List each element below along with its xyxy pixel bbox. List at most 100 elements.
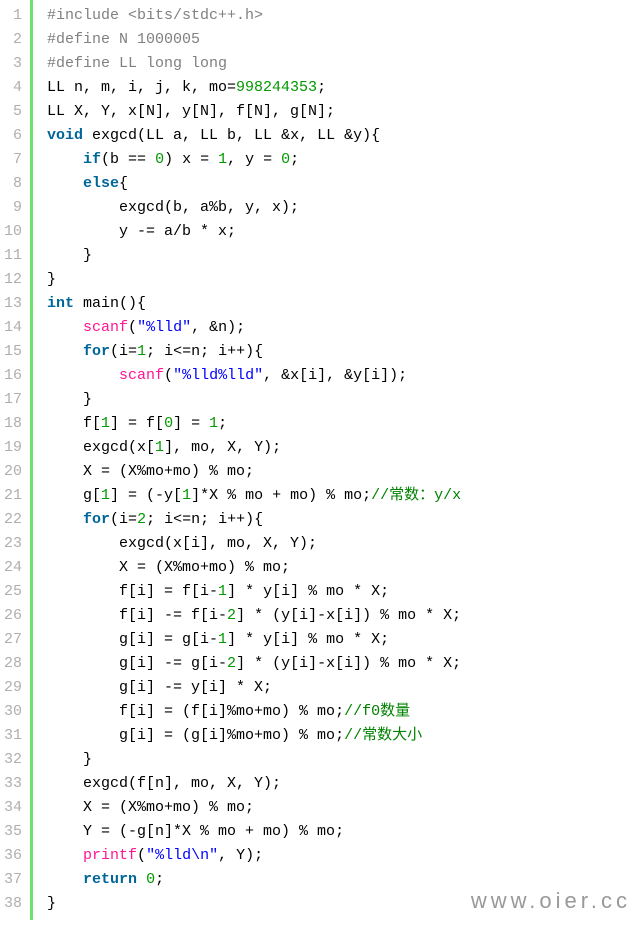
code-token: , y = [227, 151, 281, 168]
code-token: (i= [110, 343, 137, 360]
code-token: 0 [146, 871, 155, 888]
code-token [47, 871, 83, 888]
code-token: 0 [281, 151, 290, 168]
code-line: g[i] = (g[i]%mo+mo) % mo;//常数大小 [47, 724, 461, 748]
code-token: #define N 1000005 [47, 31, 200, 48]
code-line: f[i] = f[i-1] * y[i] % mo * X; [47, 580, 461, 604]
code-token [47, 319, 83, 336]
line-number: 35 [4, 820, 22, 844]
code-line: g[i] = g[i-1] * y[i] % mo * X; [47, 628, 461, 652]
code-token: scanf [83, 319, 128, 336]
code-line: for(i=2; i<=n; i++){ [47, 508, 461, 532]
code-line: #define N 1000005 [47, 28, 461, 52]
code-line: f[i] = (f[i]%mo+mo) % mo;//f0数量 [47, 700, 461, 724]
line-number: 30 [4, 700, 22, 724]
code-token: #define LL long long [47, 55, 227, 72]
code-token: } [47, 247, 92, 264]
code-token: X = (X%mo+mo) % mo; [47, 463, 254, 480]
code-token: 2 [227, 607, 236, 624]
code-token: Y = (-g[n]*X % mo + mo) % mo; [47, 823, 344, 840]
code-token: ] * (y[i]-x[i]) % mo * X; [236, 607, 461, 624]
line-number: 13 [4, 292, 22, 316]
code-token: g[i] = (g[i]%mo+mo) % mo; [47, 727, 344, 744]
line-number: 38 [4, 892, 22, 916]
code-token: , Y); [218, 847, 263, 864]
code-token: 0 [155, 151, 164, 168]
code-token: int [47, 295, 74, 312]
code-token: ; [218, 415, 227, 432]
code-token: 2 [227, 655, 236, 672]
line-number: 2 [4, 28, 22, 52]
code-token: LL X, Y, x[N], y[N], f[N], g[N]; [47, 103, 335, 120]
code-line: X = (X%mo+mo) % mo; [47, 556, 461, 580]
code-line: #include <bits/stdc++.h> [47, 4, 461, 28]
code-token: scanf [119, 367, 164, 384]
code-line: } [47, 748, 461, 772]
line-number: 24 [4, 556, 22, 580]
code-token: } [47, 271, 56, 288]
line-number-gutter: 1234567891011121314151617181920212223242… [0, 0, 30, 920]
code-token: 1 [182, 487, 191, 504]
code-line: for(i=1; i<=n; i++){ [47, 340, 461, 364]
code-token: 1 [209, 415, 218, 432]
code-token: 0 [164, 415, 173, 432]
code-token: exgcd(b, a%b, y, x); [47, 199, 299, 216]
code-token: g[i] -= g[i- [47, 655, 227, 672]
code-token: g[i] -= y[i] * X; [47, 679, 272, 696]
line-number: 1 [4, 4, 22, 28]
code-token: if [83, 151, 101, 168]
code-line: g[i] -= g[i-2] * (y[i]-x[i]) % mo * X; [47, 652, 461, 676]
line-number: 31 [4, 724, 22, 748]
line-number: 22 [4, 508, 22, 532]
line-number: 33 [4, 772, 22, 796]
code-line: } [47, 244, 461, 268]
code-token: g[ [47, 487, 101, 504]
code-token: ] = [173, 415, 209, 432]
code-token: f[i] = f[i- [47, 583, 218, 600]
code-token: f[i] -= f[i- [47, 607, 227, 624]
code-token: , &n); [191, 319, 245, 336]
code-line: X = (X%mo+mo) % mo; [47, 796, 461, 820]
code-line: X = (X%mo+mo) % mo; [47, 460, 461, 484]
code-token: ; [155, 871, 164, 888]
code-line: else{ [47, 172, 461, 196]
code-token [47, 151, 83, 168]
code-line: g[1] = (-y[1]*X % mo + mo) % mo;//常数：y/x [47, 484, 461, 508]
line-number: 32 [4, 748, 22, 772]
code-token: #include <bits/stdc++.h> [47, 7, 263, 24]
code-token: ; i<=n; i++){ [146, 511, 263, 528]
code-token [47, 175, 83, 192]
line-number: 29 [4, 676, 22, 700]
code-line: scanf("%lld%lld", &x[i], &y[i]); [47, 364, 461, 388]
line-number: 25 [4, 580, 22, 604]
line-number: 28 [4, 652, 22, 676]
line-number: 16 [4, 364, 22, 388]
code-token: 998244353 [236, 79, 317, 96]
code-line: scanf("%lld", &n); [47, 316, 461, 340]
code-token: main(){ [74, 295, 146, 312]
code-token: printf [83, 847, 137, 864]
code-token: 1 [218, 151, 227, 168]
code-token: , &x[i], &y[i]); [263, 367, 407, 384]
code-token [47, 367, 119, 384]
code-line: Y = (-g[n]*X % mo + mo) % mo; [47, 820, 461, 844]
code-token: "%lld\n" [146, 847, 218, 864]
code-token: { [119, 175, 128, 192]
line-number: 5 [4, 100, 22, 124]
code-line: } [47, 388, 461, 412]
code-token: //f0数量 [344, 703, 410, 720]
code-line: f[i] -= f[i-2] * (y[i]-x[i]) % mo * X; [47, 604, 461, 628]
code-block: 1234567891011121314151617181920212223242… [0, 0, 641, 920]
code-token: } [47, 895, 56, 912]
code-line: LL X, Y, x[N], y[N], f[N], g[N]; [47, 100, 461, 124]
code-token: (i= [110, 511, 137, 528]
code-token: 1 [218, 631, 227, 648]
line-number: 17 [4, 388, 22, 412]
code-token [47, 847, 83, 864]
code-line: int main(){ [47, 292, 461, 316]
code-token: exgcd(LL a, LL b, LL &x, LL &y){ [83, 127, 380, 144]
code-token: for [83, 511, 110, 528]
code-line: if(b == 0) x = 1, y = 0; [47, 148, 461, 172]
watermark: www.oier.cc [471, 888, 631, 914]
code-line: } [47, 268, 461, 292]
